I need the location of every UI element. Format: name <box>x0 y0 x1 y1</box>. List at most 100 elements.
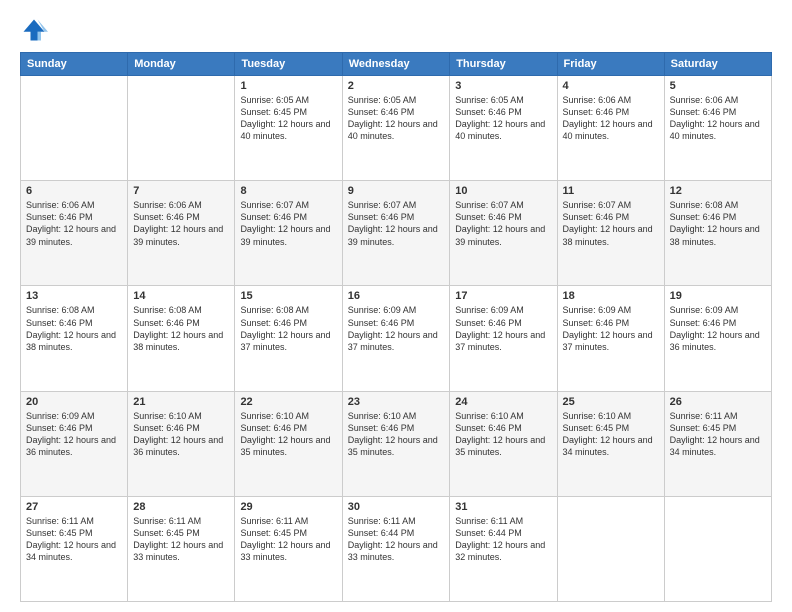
day-number: 25 <box>563 396 659 408</box>
header <box>20 16 772 44</box>
day-number: 19 <box>670 290 766 302</box>
calendar-cell: 24 Sunrise: 6:10 AM Sunset: 6:46 PM Dayli… <box>450 391 557 496</box>
calendar-cell: 21 Sunrise: 6:10 AM Sunset: 6:46 PM Dayli… <box>128 391 235 496</box>
calendar-cell: 6 Sunrise: 6:06 AM Sunset: 6:46 PM Daylig… <box>21 181 128 286</box>
day-info: Sunrise: 6:08 AM Sunset: 6:46 PM Dayligh… <box>133 304 229 353</box>
day-number: 20 <box>26 396 122 408</box>
day-number: 22 <box>240 396 336 408</box>
calendar-header-thursday: Thursday <box>450 53 557 76</box>
day-number: 23 <box>348 396 445 408</box>
calendar-header-wednesday: Wednesday <box>342 53 450 76</box>
calendar-cell: 9 Sunrise: 6:07 AM Sunset: 6:46 PM Daylig… <box>342 181 450 286</box>
day-info: Sunrise: 6:08 AM Sunset: 6:46 PM Dayligh… <box>670 199 766 248</box>
day-info: Sunrise: 6:10 AM Sunset: 6:46 PM Dayligh… <box>240 410 336 459</box>
day-number: 10 <box>455 185 551 197</box>
day-number: 13 <box>26 290 122 302</box>
calendar-header-friday: Friday <box>557 53 664 76</box>
calendar-cell: 19 Sunrise: 6:09 AM Sunset: 6:46 PM Dayli… <box>664 286 771 391</box>
day-number: 18 <box>563 290 659 302</box>
day-number: 15 <box>240 290 336 302</box>
day-info: Sunrise: 6:07 AM Sunset: 6:46 PM Dayligh… <box>563 199 659 248</box>
logo <box>20 16 52 44</box>
day-number: 14 <box>133 290 229 302</box>
calendar-week-row-5: 27 Sunrise: 6:11 AM Sunset: 6:45 PM Dayli… <box>21 496 772 601</box>
calendar-cell: 12Sunrise: 6:08 AM Sunset: 6:46 PM Dayli… <box>664 181 771 286</box>
day-info: Sunrise: 6:09 AM Sunset: 6:46 PM Dayligh… <box>455 304 551 353</box>
day-number: 6 <box>26 185 122 197</box>
day-info: Sunrise: 6:09 AM Sunset: 6:46 PM Dayligh… <box>670 304 766 353</box>
calendar-week-row-3: 13 Sunrise: 6:08 AM Sunset: 6:46 PM Dayli… <box>21 286 772 391</box>
calendar-header-saturday: Saturday <box>664 53 771 76</box>
calendar-cell: 23 Sunrise: 6:10 AM Sunset: 6:46 PM Dayli… <box>342 391 450 496</box>
day-info: Sunrise: 6:10 AM Sunset: 6:46 PM Dayligh… <box>455 410 551 459</box>
day-info: Sunrise: 6:07 AM Sunset: 6:46 PM Dayligh… <box>240 199 336 248</box>
day-info: Sunrise: 6:05 AM Sunset: 6:46 PM Dayligh… <box>348 94 445 143</box>
day-info: Sunrise: 6:06 AM Sunset: 6:46 PM Dayligh… <box>26 199 122 248</box>
calendar-cell: 25 Sunrise: 6:10 AM Sunset: 6:45 PM Dayli… <box>557 391 664 496</box>
calendar-header-sunday: Sunday <box>21 53 128 76</box>
calendar-cell: 27 Sunrise: 6:11 AM Sunset: 6:45 PM Dayli… <box>21 496 128 601</box>
day-info: Sunrise: 6:07 AM Sunset: 6:46 PM Dayligh… <box>455 199 551 248</box>
calendar-cell <box>664 496 771 601</box>
day-number: 29 <box>240 501 336 513</box>
day-info: Sunrise: 6:11 AM Sunset: 6:44 PM Dayligh… <box>348 515 445 564</box>
day-info: Sunrise: 6:11 AM Sunset: 6:44 PM Dayligh… <box>455 515 551 564</box>
calendar-header-tuesday: Tuesday <box>235 53 342 76</box>
day-info: Sunrise: 6:06 AM Sunset: 6:46 PM Dayligh… <box>670 94 766 143</box>
day-info: Sunrise: 6:05 AM Sunset: 6:46 PM Dayligh… <box>455 94 551 143</box>
calendar-cell: 2 Sunrise: 6:05 AM Sunset: 6:46 PM Daylig… <box>342 76 450 181</box>
day-info: Sunrise: 6:10 AM Sunset: 6:45 PM Dayligh… <box>563 410 659 459</box>
day-number: 17 <box>455 290 551 302</box>
calendar-cell <box>21 76 128 181</box>
day-number: 1 <box>240 80 336 92</box>
calendar-cell: 4 Sunrise: 6:06 AM Sunset: 6:46 PM Daylig… <box>557 76 664 181</box>
day-info: Sunrise: 6:08 AM Sunset: 6:46 PM Dayligh… <box>240 304 336 353</box>
day-info: Sunrise: 6:09 AM Sunset: 6:46 PM Dayligh… <box>26 410 122 459</box>
calendar-cell <box>128 76 235 181</box>
calendar-cell: 31 Sunrise: 6:11 AM Sunset: 6:44 PM Dayli… <box>450 496 557 601</box>
day-number: 9 <box>348 185 445 197</box>
day-info: Sunrise: 6:10 AM Sunset: 6:46 PM Dayligh… <box>348 410 445 459</box>
day-number: 7 <box>133 185 229 197</box>
day-number: 11 <box>563 185 659 197</box>
calendar-cell: 7Sunrise: 6:06 AM Sunset: 6:46 PM Daylig… <box>128 181 235 286</box>
calendar-cell: 8 Sunrise: 6:07 AM Sunset: 6:46 PM Daylig… <box>235 181 342 286</box>
calendar-cell: 13 Sunrise: 6:08 AM Sunset: 6:46 PM Dayli… <box>21 286 128 391</box>
calendar-week-row-1: 1Sunrise: 6:05 AM Sunset: 6:45 PM Daylig… <box>21 76 772 181</box>
calendar-cell: 14 Sunrise: 6:08 AM Sunset: 6:46 PM Dayli… <box>128 286 235 391</box>
day-info: Sunrise: 6:08 AM Sunset: 6:46 PM Dayligh… <box>26 304 122 353</box>
calendar-cell: 10 Sunrise: 6:07 AM Sunset: 6:46 PM Dayli… <box>450 181 557 286</box>
day-number: 30 <box>348 501 445 513</box>
day-info: Sunrise: 6:06 AM Sunset: 6:46 PM Dayligh… <box>563 94 659 143</box>
day-number: 24 <box>455 396 551 408</box>
calendar-cell: 16Sunrise: 6:09 AM Sunset: 6:46 PM Dayli… <box>342 286 450 391</box>
calendar-cell: 20 Sunrise: 6:09 AM Sunset: 6:46 PM Dayli… <box>21 391 128 496</box>
day-number: 26 <box>670 396 766 408</box>
day-number: 2 <box>348 80 445 92</box>
calendar-cell: 22 Sunrise: 6:10 AM Sunset: 6:46 PM Dayli… <box>235 391 342 496</box>
page: SundayMondayTuesdayWednesdayThursdayFrid… <box>0 0 792 612</box>
calendar-cell: 18Sunrise: 6:09 AM Sunset: 6:46 PM Dayli… <box>557 286 664 391</box>
logo-icon <box>20 16 48 44</box>
day-number: 5 <box>670 80 766 92</box>
day-info: Sunrise: 6:11 AM Sunset: 6:45 PM Dayligh… <box>670 410 766 459</box>
day-number: 8 <box>240 185 336 197</box>
calendar-week-row-4: 20 Sunrise: 6:09 AM Sunset: 6:46 PM Dayli… <box>21 391 772 496</box>
day-number: 3 <box>455 80 551 92</box>
calendar-cell: 26 Sunrise: 6:11 AM Sunset: 6:45 PM Dayli… <box>664 391 771 496</box>
day-number: 27 <box>26 501 122 513</box>
day-info: Sunrise: 6:10 AM Sunset: 6:46 PM Dayligh… <box>133 410 229 459</box>
day-number: 28 <box>133 501 229 513</box>
day-number: 21 <box>133 396 229 408</box>
calendar-cell: 11 Sunrise: 6:07 AM Sunset: 6:46 PM Dayli… <box>557 181 664 286</box>
day-info: Sunrise: 6:11 AM Sunset: 6:45 PM Dayligh… <box>26 515 122 564</box>
calendar-table: SundayMondayTuesdayWednesdayThursdayFrid… <box>20 52 772 602</box>
day-info: Sunrise: 6:07 AM Sunset: 6:46 PM Dayligh… <box>348 199 445 248</box>
calendar-cell: 30 Sunrise: 6:11 AM Sunset: 6:44 PM Dayli… <box>342 496 450 601</box>
calendar-cell <box>557 496 664 601</box>
day-number: 31 <box>455 501 551 513</box>
calendar-header-monday: Monday <box>128 53 235 76</box>
day-info: Sunrise: 6:09 AM Sunset: 6:46 PM Dayligh… <box>348 304 445 353</box>
day-number: 4 <box>563 80 659 92</box>
calendar-cell: 28Sunrise: 6:11 AM Sunset: 6:45 PM Dayli… <box>128 496 235 601</box>
